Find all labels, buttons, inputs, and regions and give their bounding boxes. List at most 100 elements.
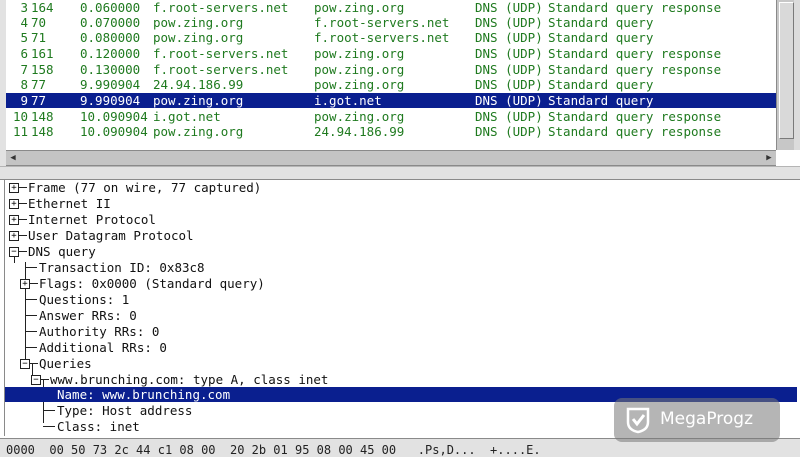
packet-list-vertical-scrollbar[interactable] (776, 0, 795, 150)
tree-connector (43, 410, 55, 411)
packet-info: Standard query response (548, 46, 722, 61)
packet-destination: f.root-servers.net (314, 30, 450, 45)
packet-source: 24.94.186.99 (153, 77, 244, 92)
tree-node-label: www.brunching.com: type A, class inet (50, 372, 329, 387)
plus-box-icon[interactable]: + (20, 279, 30, 289)
plus-box-icon[interactable]: + (9, 183, 19, 193)
minus-box-icon[interactable]: − (9, 247, 19, 257)
tree-node-label: Name: www.brunching.com (57, 387, 231, 402)
packet-source: pow.zing.org (153, 15, 244, 30)
tree-connector (30, 363, 38, 364)
packet-info: Standard query (548, 93, 654, 108)
packet-no: 3 (20, 0, 28, 15)
tree-node-label: User Datagram Protocol (28, 228, 194, 243)
scroll-right-arrow-icon[interactable]: ▶ (763, 152, 775, 164)
tree-node-label: Additional RRs: 0 (39, 340, 167, 355)
tree-connector (19, 235, 27, 236)
packet-no: 8 (20, 77, 28, 92)
tree-node-label: Queries (39, 356, 92, 371)
packet-length: 148 (31, 109, 54, 124)
packet-row[interactable]: 8 77 9.990904 24.94.186.99 pow.zing.org … (6, 77, 776, 92)
packet-no: 4 (20, 15, 28, 30)
packet-source: i.got.net (153, 109, 221, 124)
tree-node-label: Authority RRs: 0 (39, 324, 160, 339)
tree-node-frame[interactable]: + Frame (77 on wire, 77 captured) (5, 180, 797, 195)
tree-connector (19, 219, 27, 220)
packet-row-selected[interactable]: 9 77 9.990904 pow.zing.org i.got.net DNS… (6, 93, 776, 108)
packet-no: 9 (20, 93, 28, 108)
packet-info: Standard query response (548, 0, 722, 15)
packet-row[interactable]: 10 148 10.090904 i.got.net pow.zing.org … (6, 109, 776, 124)
packet-no: 7 (20, 62, 28, 77)
plus-box-icon[interactable]: + (9, 215, 19, 225)
tree-node-transaction-id[interactable]: Transaction ID: 0x83c8 (5, 260, 797, 275)
minus-box-icon[interactable]: − (31, 375, 41, 385)
packet-source: pow.zing.org (153, 30, 244, 45)
packet-time: 0.120000 (80, 46, 141, 61)
tree-node-label: Type: Host address (57, 403, 193, 418)
packet-row[interactable]: 7 158 0.130000 f.root-servers.net pow.zi… (6, 62, 776, 77)
packet-row[interactable]: 6 161 0.120000 f.root-servers.net pow.zi… (6, 46, 776, 61)
packet-info: Standard query response (548, 109, 722, 124)
check-shield-icon (626, 407, 650, 434)
hex-dump-line: 0000 00 50 73 2c 44 c1 08 00 20 2b 01 95… (6, 443, 541, 457)
tree-node-authority-rrs[interactable]: Authority RRs: 0 (5, 324, 797, 339)
tree-connector (19, 187, 27, 188)
packet-protocol: DNS (UDP) (475, 15, 543, 30)
tree-node-label: Flags: 0x0000 (Standard query) (39, 276, 265, 291)
packet-info: Standard query response (548, 62, 722, 77)
tree-connector (25, 347, 37, 348)
tree-node-label: Frame (77 on wire, 77 captured) (28, 180, 262, 195)
tree-node-ethernet[interactable]: + Ethernet II (5, 196, 797, 211)
tree-node-label: Ethernet II (28, 196, 111, 211)
packet-length: 164 (31, 0, 54, 15)
packet-row[interactable]: 4 70 0.070000 pow.zing.org f.root-server… (6, 15, 776, 30)
plus-box-icon[interactable]: + (9, 199, 19, 209)
tree-node-label: Class: inet (57, 419, 140, 434)
packet-length: 71 (31, 30, 47, 45)
packet-info: Standard query (548, 15, 654, 30)
tree-node-queries[interactable]: − Queries (5, 356, 797, 371)
packet-source: f.root-servers.net (153, 46, 289, 61)
tree-connector (30, 283, 38, 284)
tree-node-dns[interactable]: − DNS query (5, 244, 797, 259)
packet-protocol: DNS (UDP) (475, 0, 543, 15)
tree-node-label: Answer RRs: 0 (39, 308, 137, 323)
tree-node-answer-rrs[interactable]: Answer RRs: 0 (5, 308, 797, 323)
tree-connector (43, 426, 55, 427)
packet-length: 70 (31, 15, 47, 30)
packet-destination: pow.zing.org (314, 62, 405, 77)
packet-time: 9.990904 (80, 93, 141, 108)
tree-connector (19, 203, 27, 204)
pane-splitter[interactable] (0, 166, 800, 180)
packet-list-horizontal-scrollbar[interactable]: ◀ ▶ (6, 150, 776, 166)
packet-length: 77 (31, 93, 47, 108)
tree-node-questions[interactable]: Questions: 1 (5, 292, 797, 307)
tree-node-label: Internet Protocol (28, 212, 156, 227)
packet-destination: pow.zing.org (314, 109, 405, 124)
packet-length: 158 (31, 62, 54, 77)
plus-box-icon[interactable]: + (9, 231, 19, 241)
tree-node-flags[interactable]: + Flags: 0x0000 (Standard query) (5, 276, 797, 291)
tree-node-udp[interactable]: + User Datagram Protocol (5, 228, 797, 243)
packet-destination: pow.zing.org (314, 46, 405, 61)
tree-node-ip[interactable]: + Internet Protocol (5, 212, 797, 227)
packet-row[interactable]: 5 71 0.080000 pow.zing.org f.root-server… (6, 30, 776, 45)
packet-row[interactable]: 11 148 10.090904 pow.zing.org 24.94.186.… (6, 124, 776, 139)
window-edge (794, 0, 800, 150)
tree-connector (25, 299, 37, 300)
tree-node-query-entry[interactable]: − www.brunching.com: type A, class inet (5, 372, 797, 387)
tree-node-additional-rrs[interactable]: Additional RRs: 0 (5, 340, 797, 355)
packet-time: 10.090904 (80, 124, 148, 139)
packet-source: f.root-servers.net (153, 62, 289, 77)
packet-info: Standard query (548, 30, 654, 45)
scrollbar-thumb[interactable] (779, 2, 794, 139)
packet-no: 6 (20, 46, 28, 61)
tree-node-label: Transaction ID: 0x83c8 (39, 260, 205, 275)
tree-connector (25, 315, 37, 316)
minus-box-icon[interactable]: − (20, 359, 30, 369)
packet-list[interactable]: 3 164 0.060000 f.root-servers.net pow.zi… (6, 0, 777, 150)
watermark-text: MegaProgz (660, 409, 754, 429)
packet-row[interactable]: 3 164 0.060000 f.root-servers.net pow.zi… (6, 0, 776, 15)
scroll-left-arrow-icon[interactable]: ◀ (7, 152, 19, 164)
